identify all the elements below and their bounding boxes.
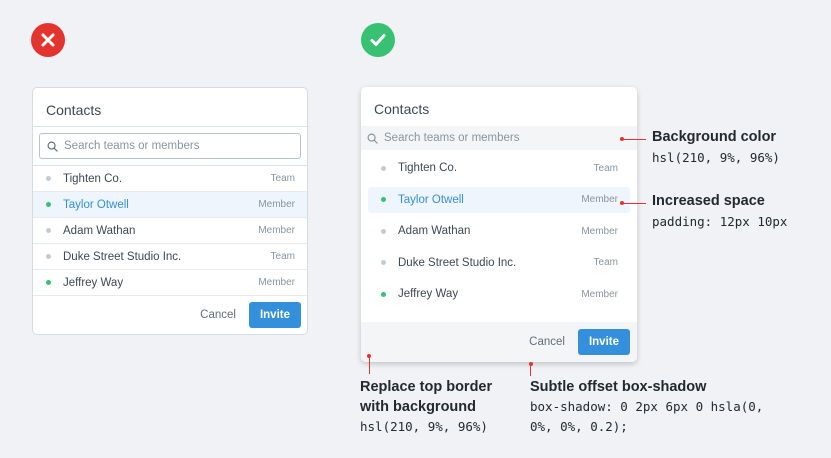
status-dot — [46, 228, 51, 233]
card-title: Contacts — [33, 88, 307, 127]
card-footer: Cancel Invite — [33, 296, 307, 334]
contact-role: Member — [258, 225, 295, 236]
annotation-increased-space-title: Increased space — [652, 193, 765, 209]
list-item[interactable]: Tighten Co. Team — [33, 166, 307, 192]
list-item[interactable]: Adam Wathan Member — [33, 218, 307, 244]
annotation-box-shadow-title: Subtle offset box-shadow — [530, 379, 707, 395]
annotation-replace-border-title-line1: Replace top border — [360, 379, 493, 395]
contact-name: Adam Wathan — [63, 224, 136, 237]
annotation-increased-space-code: padding: 12px 10px — [652, 214, 788, 229]
status-dot — [381, 228, 386, 234]
annotation-leader-line — [622, 203, 646, 204]
annotation-replace-border-title-line2: with background — [360, 399, 476, 415]
list-item[interactable]: Tighten Co. Team — [368, 155, 630, 181]
contact-name: Taylor Otwell — [398, 193, 464, 206]
contact-list: Tighten Co. Team Taylor Otwell Member Ad… — [361, 150, 637, 307]
list-item[interactable]: Duke Street Studio Inc. Team — [33, 244, 307, 270]
contact-name: Tighten Co. — [63, 172, 123, 185]
status-dot — [381, 260, 386, 265]
annotation-background-color-title: Background color — [652, 129, 777, 145]
search-icon — [367, 133, 378, 144]
card-title: Contacts — [374, 101, 430, 117]
annotation-box-shadow-code-line2: 0%, 0%, 0.2); — [530, 419, 628, 434]
annotation-leader-line — [622, 139, 646, 140]
contact-role: Member — [581, 194, 618, 205]
contact-role: Team — [593, 257, 618, 268]
status-dot — [46, 202, 51, 207]
status-dot — [381, 165, 386, 171]
search-input[interactable]: Search teams or members — [361, 126, 637, 150]
list-item[interactable]: Taylor Otwell Member — [33, 192, 307, 218]
cancel-button[interactable]: Cancel — [200, 309, 236, 321]
invite-button[interactable]: Invite — [577, 329, 630, 355]
annotation-leader-line — [368, 356, 370, 374]
good-example-badge — [361, 23, 395, 57]
status-dot — [381, 197, 386, 202]
search-input[interactable]: Search teams or members — [39, 133, 301, 159]
contact-list: Tighten Co. Team Taylor Otwell Member Ad… — [33, 166, 307, 296]
status-dot — [46, 176, 51, 181]
contact-role: Team — [270, 173, 295, 184]
contact-role: Member — [258, 277, 295, 288]
contact-name: Duke Street Studio Inc. — [63, 250, 182, 263]
good-contacts-card: Contacts Search teams or members Tighten… — [361, 87, 637, 362]
annotation-background-color-code: hsl(210, 9%, 96%) — [652, 150, 780, 165]
cancel-button[interactable]: Cancel — [529, 336, 565, 348]
status-dot — [46, 254, 51, 259]
list-item[interactable]: Jeffrey Way Member — [368, 281, 630, 307]
search-placeholder: Search teams or members — [384, 132, 520, 144]
contact-role: Team — [270, 251, 295, 262]
search-icon — [47, 141, 58, 152]
contact-name: Tighten Co. — [398, 162, 458, 174]
contact-role: Team — [593, 162, 618, 174]
contact-name: Jeffrey Way — [398, 288, 459, 300]
status-dot — [381, 291, 386, 297]
card-footer: Cancel Invite — [361, 322, 637, 362]
annotation-box-shadow-code-line1: box-shadow: 0 2px 6px 0 hsla(0, — [530, 399, 764, 414]
status-dot — [46, 280, 51, 285]
x-icon — [41, 33, 55, 47]
contact-role: Member — [581, 288, 618, 300]
contact-name: Jeffrey Way — [63, 276, 124, 289]
contact-name: Duke Street Studio Inc. — [398, 256, 517, 269]
contact-name: Adam Wathan — [398, 225, 471, 237]
check-icon — [370, 34, 386, 46]
search-container: Search teams or members — [33, 127, 307, 166]
bad-example-badge — [31, 23, 65, 57]
bad-contacts-card: Contacts Search teams or members Tighten… — [32, 87, 308, 335]
contact-role: Member — [581, 225, 618, 237]
list-item[interactable]: Duke Street Studio Inc. Team — [368, 250, 630, 276]
list-item[interactable]: Jeffrey Way Member — [33, 270, 307, 296]
contact-role: Member — [258, 199, 295, 210]
list-item[interactable]: Taylor Otwell Member — [368, 186, 630, 213]
contact-name: Taylor Otwell — [63, 198, 129, 211]
list-item[interactable]: Adam Wathan Member — [368, 218, 630, 244]
annotation-replace-border-code: hsl(210, 9%, 96%) — [360, 419, 488, 434]
search-placeholder: Search teams or members — [64, 140, 200, 152]
invite-button[interactable]: Invite — [248, 302, 301, 328]
annotation-pointer-dot — [528, 362, 533, 366]
